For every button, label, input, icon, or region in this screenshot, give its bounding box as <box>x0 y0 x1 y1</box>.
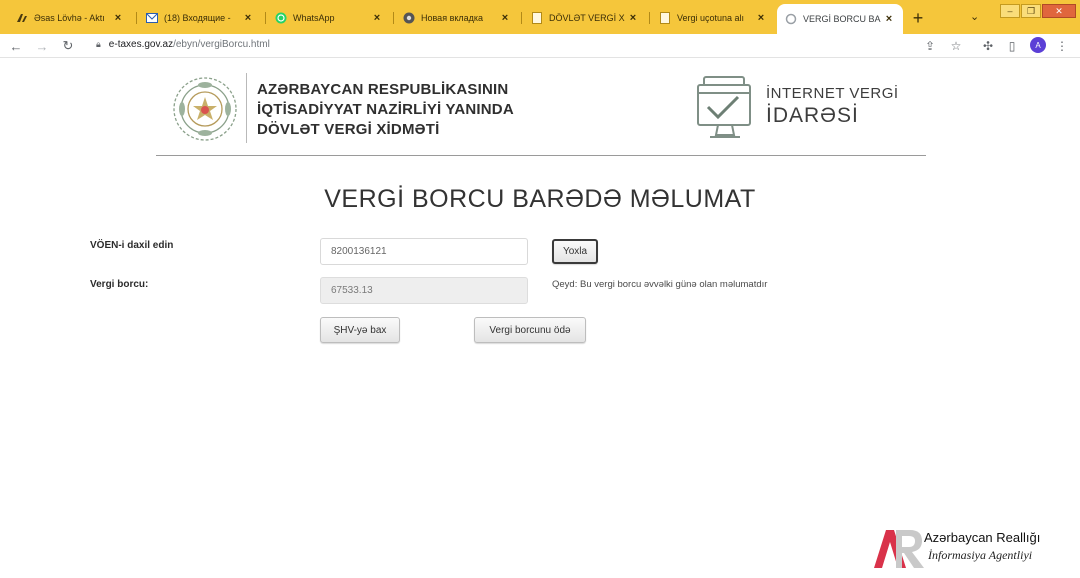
shv-button[interactable]: ŞHV-yə bax <box>320 317 400 343</box>
back-icon[interactable]: ← <box>8 38 24 54</box>
url-domain: e-taxes.gov.az <box>108 39 174 50</box>
menu-icon[interactable]: ⋮ <box>1054 38 1070 54</box>
computer-checkmark-icon <box>697 76 751 138</box>
browser-window: Əsas Lövhə - Aktı × (18) Входящие - × Wh… <box>0 0 1080 578</box>
close-icon[interactable]: × <box>883 13 895 25</box>
url-path: /ebyn/vergiBorcu.html <box>173 39 270 50</box>
close-icon[interactable]: × <box>112 12 124 24</box>
profile-avatar[interactable]: A <box>1030 37 1046 53</box>
tab-dovlet-vergi[interactable]: DÖVLƏT VERGİ X × <box>523 6 647 30</box>
watermark-subtitle: İnformasiya Agentliyi <box>928 548 1033 562</box>
minimize-icon[interactable]: – <box>1000 4 1020 18</box>
tab-esas-lovhe[interactable]: Əsas Lövhə - Aktı × <box>8 6 132 30</box>
side-panel-icon[interactable]: ▯ <box>1004 38 1020 54</box>
org-line: AZƏRBAYCAN RESPUBLİKASININ <box>257 81 509 98</box>
voen-input[interactable] <box>320 238 528 265</box>
tab-separator <box>649 12 650 24</box>
portal-line-1: İNTERNET VERGİ <box>766 85 899 102</box>
voen-label: VÖEN-i daxil edin <box>90 240 174 251</box>
emblem-icon <box>173 77 237 141</box>
share-icon[interactable]: ⇪ <box>922 38 938 54</box>
close-icon[interactable]: × <box>242 12 254 24</box>
page-icon <box>531 12 543 24</box>
tab-title: Новая вкладка <box>421 13 484 23</box>
tab-separator <box>265 12 266 24</box>
tab-title: Vergi uçotuna alı <box>677 13 745 23</box>
organization-name: AZƏRBAYCAN RESPUBLİKASININ İQTİSADİYYAT … <box>257 80 514 140</box>
tab-title: Əsas Lövhə - Aktı <box>34 13 105 23</box>
debt-amount-field <box>320 277 528 304</box>
tab-vergi-borcu[interactable]: VERGİ BORCU BA × <box>777 4 903 34</box>
tab-title: DÖVLƏT VERGİ X <box>549 13 625 23</box>
restore-icon[interactable]: ❐ <box>1021 4 1041 18</box>
tab-separator <box>136 12 137 24</box>
close-icon[interactable]: × <box>371 12 383 24</box>
tab-inbox[interactable]: (18) Входящие - × <box>138 6 262 30</box>
browser-toolbar: ← → ↻ 🔒︎ e-taxes.gov.az/ebyn/vergiBorcu.… <box>0 34 1080 58</box>
lock-icon: 🔒︎ <box>96 39 101 49</box>
check-button[interactable]: Yoxla <box>552 239 598 264</box>
portal-title: İNTERNET VERGİ İDARƏSİ <box>766 85 899 128</box>
tab-title: VERGİ BORCU BA <box>803 14 881 24</box>
loading-icon <box>785 13 797 25</box>
tab-title: (18) Входящие - <box>164 13 231 23</box>
mail-icon <box>146 12 158 24</box>
tab-title: WhatsApp <box>293 13 335 23</box>
tab-separator <box>521 12 522 24</box>
extensions-icon[interactable]: ✣ <box>980 38 996 54</box>
window-close-icon[interactable]: ✕ <box>1042 4 1076 18</box>
debt-note: Qeyd: Bu vergi borcu əvvəlki günə olan m… <box>552 279 768 290</box>
address-bar[interactable]: 🔒︎ e-taxes.gov.az/ebyn/vergiBorcu.html <box>96 39 270 50</box>
portal-line-2: İDARƏSİ <box>766 104 859 127</box>
web-page: AZƏRBAYCAN RESPUBLİKASININ İQTİSADİYYAT … <box>0 59 1080 578</box>
tab-new-tab[interactable]: Новая вкладка × <box>395 6 519 30</box>
page-title: VERGİ BORCU BARƏDƏ MƏLUMAT <box>324 185 756 213</box>
org-line: İQTİSADİYYAT NAZİRLİYİ YANINDA <box>257 101 514 118</box>
tab-separator <box>393 12 394 24</box>
watermark-logo-icon <box>874 530 924 568</box>
watermark-name: Azərbaycan Reallığı <box>924 530 1041 545</box>
close-icon[interactable]: × <box>755 12 767 24</box>
chrome-icon <box>403 12 415 24</box>
header-divider <box>246 73 247 143</box>
page-icon <box>659 12 671 24</box>
tab-whatsapp[interactable]: WhatsApp × <box>267 6 391 30</box>
forward-icon[interactable]: → <box>34 38 50 54</box>
watermark: Azərbaycan Reallığı İnformasiya Agentliy… <box>872 526 1062 570</box>
new-tab-button[interactable]: + <box>906 7 930 29</box>
tab-search-icon[interactable]: ⌄ <box>970 10 979 23</box>
close-icon[interactable]: × <box>499 12 511 24</box>
reload-icon[interactable]: ↻ <box>60 38 76 54</box>
tab-vergi-ucotu[interactable]: Vergi uçotuna alı × <box>651 6 775 30</box>
ebrand-icon <box>16 12 28 24</box>
debt-label: Vergi borcu: <box>90 279 149 290</box>
header-rule <box>156 155 926 156</box>
whatsapp-icon <box>275 12 287 24</box>
tab-strip: Əsas Lövhə - Aktı × (18) Входящие - × Wh… <box>0 0 1080 34</box>
pay-debt-button[interactable]: Vergi borcunu ödə <box>474 317 586 343</box>
bookmark-star-icon[interactable]: ☆ <box>948 38 964 54</box>
org-line: DÖVLƏT VERGİ XİDMƏTİ <box>257 121 440 138</box>
close-icon[interactable]: × <box>627 12 639 24</box>
